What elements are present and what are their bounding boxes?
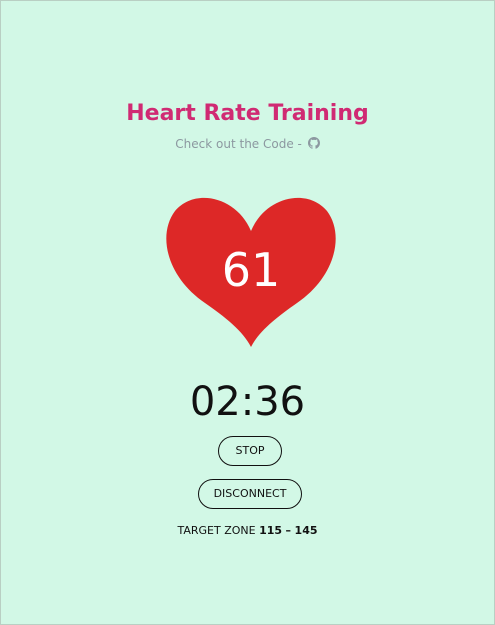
code-link[interactable]: Check out the Code - [1, 137, 494, 152]
target-zone-min: 115 [259, 524, 283, 537]
disconnect-button[interactable]: DISCONNECT [198, 479, 302, 509]
target-zone-label: TARGET ZONE [177, 524, 256, 537]
page-title: Heart Rate Training [126, 101, 369, 126]
target-zone: TARGET ZONE 115 – 145 [1, 524, 494, 537]
stop-button[interactable]: STOP [218, 436, 282, 466]
target-zone-separator: – [285, 524, 292, 537]
heart-rate-value: 61 [221, 243, 281, 297]
elapsed-timer: 02:36 [189, 379, 306, 425]
code-link-label: Check out the Code - [175, 137, 302, 151]
target-zone-max: 145 [294, 524, 318, 537]
github-icon[interactable] [307, 137, 320, 152]
heart-rate-display: 61 [165, 191, 337, 349]
